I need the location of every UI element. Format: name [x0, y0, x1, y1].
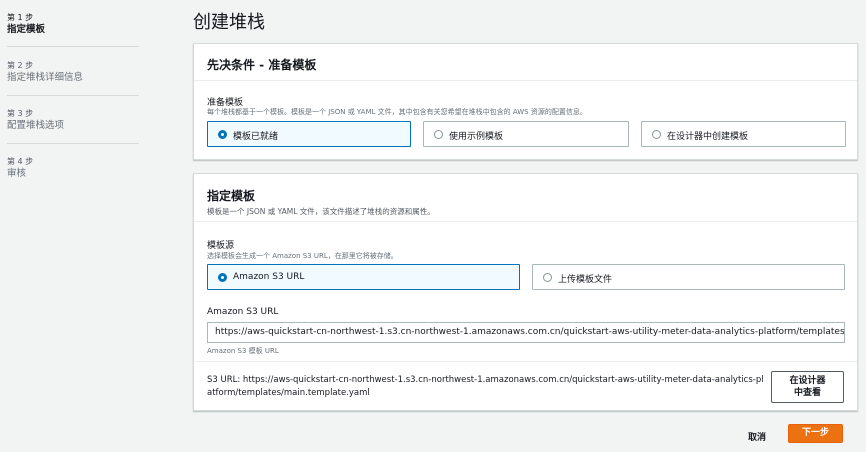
- cancel-button[interactable]: 取消: [748, 430, 766, 443]
- option-create-in-designer[interactable]: 在设计器中创建模板: [641, 121, 846, 147]
- step-divider: [7, 95, 139, 96]
- step-4[interactable]: 第 4 步 审核: [7, 156, 139, 180]
- specify-panel-header: 指定模板 模板是一个 JSON 或 YAML 文件，该文件描述了堆栈的资源和属性…: [194, 174, 857, 222]
- prereq-panel-header: 先决条件 - 准备模板: [194, 44, 857, 81]
- step-4-label: 审核: [7, 168, 27, 179]
- step-4-number: 第 4 步: [7, 157, 34, 166]
- s3-url-input[interactable]: https://aws-quickstart-cn-northwest-1.s3…: [207, 322, 845, 343]
- step-2-number: 第 2 步: [7, 61, 34, 70]
- option-sample-template[interactable]: 使用示例模板: [423, 121, 629, 147]
- step-divider: [7, 46, 139, 47]
- step-3-number: 第 3 步: [7, 109, 34, 118]
- radio-icon[interactable]: [652, 130, 661, 139]
- s3-url-label: Amazon S3 URL: [207, 307, 279, 317]
- step-3-label: 配置堆栈选项: [7, 120, 65, 131]
- source-s3-url-label: Amazon S3 URL: [233, 272, 305, 282]
- step-1[interactable]: 第 1 步 指定模板: [7, 12, 139, 36]
- s3-url-hint: Amazon S3 模板 URL: [207, 347, 279, 355]
- source-upload-file-label: 上传模板文件: [558, 275, 613, 285]
- step-2-label: 指定堆栈详细信息: [7, 72, 84, 83]
- radio-icon[interactable]: [434, 130, 443, 139]
- specify-title: 指定模板: [207, 189, 256, 203]
- view-in-designer-button[interactable]: 在设计器 中查看: [771, 371, 844, 403]
- step-3[interactable]: 第 3 步 配置堆栈选项: [7, 108, 139, 132]
- specify-desc: 模板是一个 JSON 或 YAML 文件，该文件描述了堆栈的资源和属性。: [207, 207, 435, 216]
- source-upload-file[interactable]: 上传模板文件: [532, 264, 845, 290]
- step-divider: [7, 143, 139, 144]
- option-template-ready-label: 模板已就绪: [233, 132, 279, 142]
- page-title: 创建堆栈: [193, 12, 265, 33]
- step-1-number: 第 1 步: [7, 13, 34, 22]
- option-create-in-designer-label: 在设计器中创建模板: [667, 132, 749, 142]
- s3-url-display: S3 URL: https://aws-quickstart-cn-northw…: [207, 375, 764, 398]
- step-1-label: 指定模板: [7, 24, 46, 35]
- next-button[interactable]: 下一步: [788, 424, 843, 443]
- divider: [194, 361, 857, 362]
- radio-icon[interactable]: [543, 273, 552, 282]
- specify-template-panel: 指定模板 模板是一个 JSON 或 YAML 文件，该文件描述了堆栈的资源和属性…: [193, 173, 858, 411]
- source-s3-url[interactable]: Amazon S3 URL: [207, 264, 520, 290]
- template-source-desc: 选择模板会生成一个 Amazon S3 URL，在那里它将被存储。: [207, 252, 398, 260]
- wizard-steps-sidebar: 第 1 步 指定模板 第 2 步 指定堆栈详细信息 第 3 步 配置堆栈选项 第…: [0, 0, 150, 452]
- option-sample-template-label: 使用示例模板: [449, 132, 504, 142]
- prereq-title: 先决条件 - 准备模板: [207, 58, 317, 72]
- radio-selected-icon[interactable]: [218, 130, 227, 139]
- radio-selected-icon[interactable]: [218, 273, 227, 282]
- step-2[interactable]: 第 2 步 指定堆栈详细信息: [7, 60, 139, 84]
- prereq-panel: 先决条件 - 准备模板 准备模板 每个堆栈都基于一个模板。模板是一个 JSON …: [193, 43, 858, 160]
- template-source-label: 模板源: [207, 241, 235, 251]
- prepare-template-desc: 每个堆栈都基于一个模板。模板是一个 JSON 或 YAML 文件，其中包含有关您…: [207, 108, 587, 116]
- option-template-ready[interactable]: 模板已就绪: [207, 121, 411, 147]
